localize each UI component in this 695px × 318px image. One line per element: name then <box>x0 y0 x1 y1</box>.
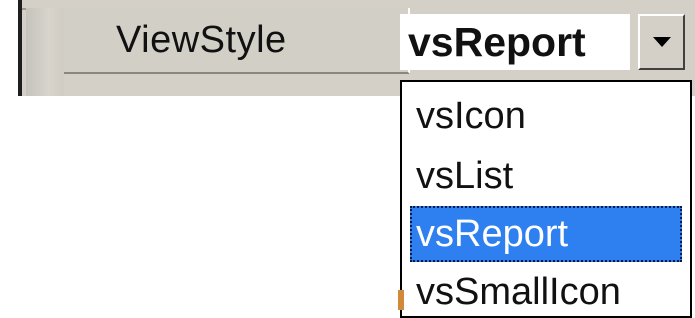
viewstyle-dropdown-list[interactable]: vsIcon vsList vsReport vsSmallIcon <box>400 80 692 318</box>
viewstyle-combo-value[interactable]: vsReport <box>400 14 630 70</box>
property-name-cell[interactable]: ViewStyle <box>64 8 410 74</box>
dropdown-option-vsicon[interactable]: vsIcon <box>410 88 682 144</box>
chevron-down-icon <box>652 37 671 47</box>
dropdown-option-vslist[interactable]: vsList <box>410 148 682 204</box>
option-label: vsList <box>416 154 514 197</box>
option-label: vsIcon <box>416 94 526 137</box>
grid-margin <box>26 8 64 96</box>
option-label: vsSmallIcon <box>416 270 621 313</box>
option-label: vsReport <box>416 212 569 255</box>
combo-selected-value: vsReport <box>408 18 586 65</box>
dropdown-button[interactable] <box>638 14 685 70</box>
background-edge-marker <box>398 290 404 310</box>
dropdown-option-vssmallicon[interactable]: vsSmallIcon <box>410 264 682 316</box>
dropdown-option-vsreport[interactable]: vsReport <box>410 206 682 262</box>
property-name-label: ViewStyle <box>116 18 287 61</box>
